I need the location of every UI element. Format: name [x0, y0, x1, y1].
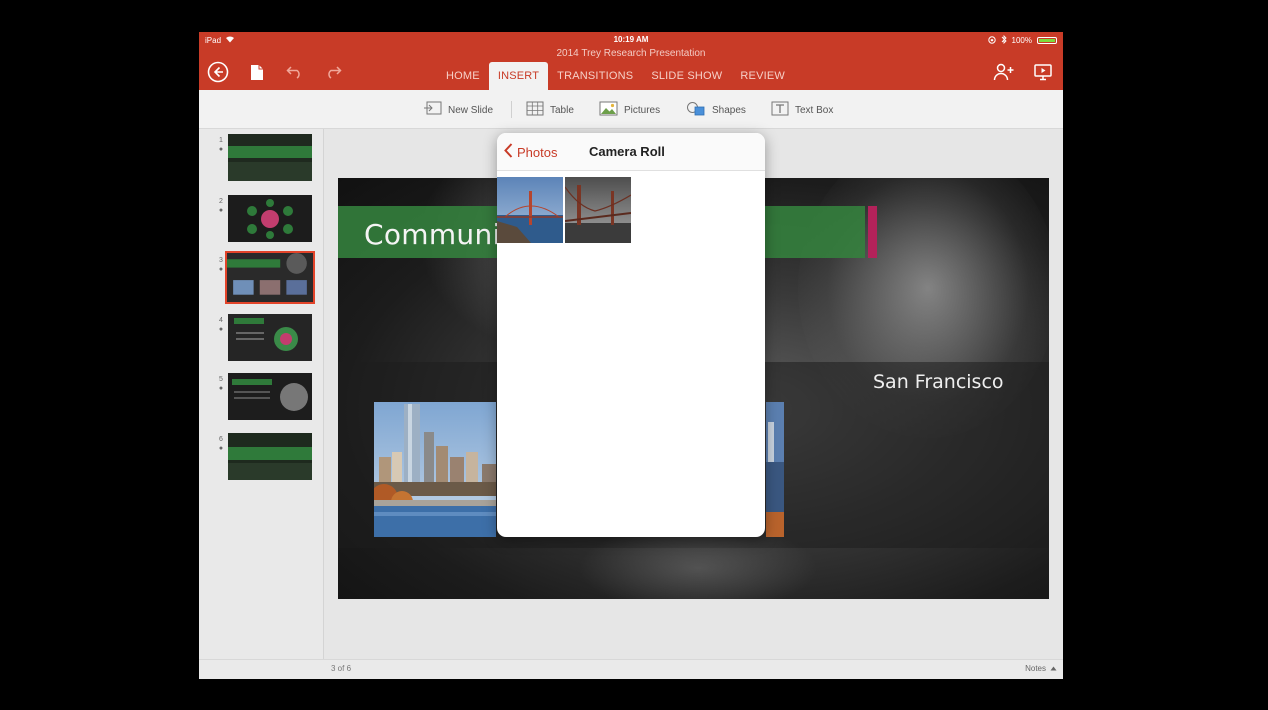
comment-dot-icon: ●: [218, 207, 224, 214]
page-indicator: 3 of 6: [331, 664, 352, 673]
slide-title[interactable]: Communit: [364, 218, 512, 251]
photo-thumbnail-golden-gate-1[interactable]: [497, 177, 563, 243]
new-slide-label: New Slide: [448, 104, 494, 116]
table-button[interactable]: Table: [526, 101, 574, 119]
table-icon: [526, 101, 544, 119]
thumbnail-number: 3 ●: [217, 256, 225, 274]
share-person-icon[interactable]: [992, 60, 1016, 84]
pictures-button[interactable]: Pictures: [599, 101, 660, 119]
thumbnail-number: 5 ●: [217, 375, 225, 393]
popover-title: Camera Roll: [589, 144, 665, 159]
comment-dot-icon: ●: [218, 326, 224, 333]
text-box-button[interactable]: Text Box: [771, 101, 833, 119]
comment-dot-icon: ●: [218, 266, 224, 273]
photo-thumbnail-golden-gate-2[interactable]: [565, 177, 631, 243]
new-slide-icon: [424, 101, 442, 119]
shapes-label: Shapes: [712, 104, 746, 116]
status-footer: 3 of 6 Notes: [199, 659, 1063, 679]
text-box-icon: [771, 101, 789, 119]
document-title: 2014 Trey Research Presentation: [556, 48, 706, 59]
chevron-left-icon: [504, 143, 513, 161]
app-header: iPad 10:19 AM 100% 2014 Trey Research Pr…: [199, 32, 1063, 90]
battery-icon: [1037, 37, 1057, 44]
orientation-lock-icon: [987, 35, 996, 46]
thumbnail-number: 1 ●: [217, 136, 225, 154]
new-slide-button[interactable]: New Slide: [424, 101, 493, 119]
thumbnail-number-text: 5: [219, 376, 223, 383]
thumbnail-number-text: 3: [219, 257, 223, 264]
slide-thumbnail-rail[interactable]: 1 ● 2 ● 3 ● 4 ● 5 ● 6 ●: [199, 129, 324, 659]
ribbon-tabs: HOME INSERT TRANSITIONS SLIDE SHOW REVIE…: [437, 62, 794, 90]
redo-icon[interactable]: [321, 60, 345, 84]
tab-review[interactable]: REVIEW: [731, 62, 794, 90]
shapes-icon: [686, 101, 706, 119]
tab-insert[interactable]: INSERT: [488, 62, 549, 90]
popover-header: Photos Camera Roll: [497, 133, 765, 171]
file-icon[interactable]: [245, 60, 269, 84]
notes-label: Notes: [1025, 664, 1046, 673]
tab-home[interactable]: HOME: [437, 62, 489, 90]
comment-dot-icon: ●: [218, 445, 224, 452]
thumbnail-number: 6 ●: [217, 435, 225, 453]
text-box-label: Text Box: [795, 104, 834, 116]
tab-transitions[interactable]: TRANSITIONS: [548, 62, 642, 90]
thumbnail-number-text: 6: [219, 436, 223, 443]
ribbon-divider: [511, 101, 512, 118]
thumbnail-number: 2 ●: [217, 197, 225, 215]
slide-thumbnail-4[interactable]: [228, 314, 312, 361]
shapes-button[interactable]: Shapes: [686, 101, 746, 119]
slide-thumbnail-1[interactable]: [228, 134, 312, 181]
back-arrow-icon[interactable]: [206, 60, 230, 84]
bluetooth-icon: [1001, 34, 1007, 46]
photo-right-partial[interactable]: [766, 402, 784, 537]
city-label-san-francisco[interactable]: San Francisco: [873, 371, 1004, 393]
comment-dot-icon: ●: [218, 146, 224, 153]
comment-dot-icon: ●: [218, 385, 224, 392]
ipad-screen: iPad 10:19 AM 100% 2014 Trey Research Pr…: [199, 32, 1063, 679]
thumbnail-number-text: 2: [219, 198, 223, 205]
thumbnail-number: 4 ●: [217, 316, 225, 334]
photos-back-label: Photos: [517, 144, 558, 160]
photos-back-button[interactable]: Photos: [504, 143, 557, 161]
status-time: 10:19 AM: [613, 35, 649, 44]
thumbnail-number-text: 4: [219, 317, 223, 324]
accent-bar: [868, 206, 877, 258]
caret-up-icon: [1050, 664, 1057, 673]
table-label: Table: [550, 104, 574, 116]
status-right: 100%: [987, 34, 1057, 46]
present-icon[interactable]: [1031, 60, 1055, 84]
slide-thumbnail-5[interactable]: [228, 373, 312, 420]
thumbnail-number-text: 1: [219, 137, 223, 144]
boston-photo[interactable]: [374, 402, 496, 537]
battery-percent: 100%: [1011, 36, 1032, 45]
slide-thumbnail-6[interactable]: [228, 433, 312, 480]
notes-button[interactable]: Notes: [1025, 664, 1057, 673]
tab-slide-show[interactable]: SLIDE SHOW: [642, 62, 731, 90]
pictures-label: Pictures: [624, 104, 661, 116]
undo-icon[interactable]: [283, 60, 307, 84]
battery-level: [1039, 39, 1055, 42]
slide-thumbnail-3[interactable]: [225, 251, 315, 304]
camera-roll-popover: Photos Camera Roll: [497, 133, 765, 537]
picture-icon: [599, 101, 618, 119]
slide-thumbnail-2[interactable]: [228, 195, 312, 242]
insert-ribbon: New Slide Table Pictures Shapes Text Box: [199, 90, 1063, 129]
